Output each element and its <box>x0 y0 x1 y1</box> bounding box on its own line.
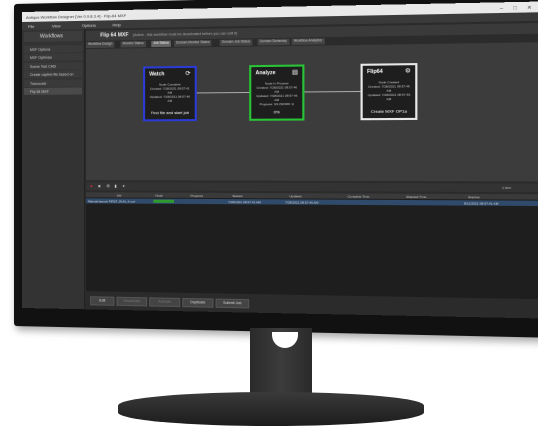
connector-line <box>194 91 250 94</box>
node-updated: Updated: 7/28/2021 08:57:46 AM <box>256 93 298 103</box>
workflow-subtitle: (Active - this workflow must be deactiva… <box>132 31 238 38</box>
minimize-icon[interactable]: – <box>500 5 503 11</box>
tab-monitor-status[interactable]: Monitor Status <box>120 41 147 48</box>
col-started[interactable]: Started <box>232 194 242 198</box>
sidebar-item-label: Scene Test CMD <box>29 64 57 69</box>
deactivate-button[interactable]: Deactivate <box>116 296 148 307</box>
sidebar-item-label: MXF Options <box>29 47 51 52</box>
duplicate-button[interactable]: Duplicate <box>182 297 214 308</box>
sidebar: Workflows MXF Options MXF Optimize Scene… <box>22 28 86 310</box>
tab-domain-job-status[interactable]: Domain Job Status <box>219 39 254 47</box>
cell-expires: 8/11/2021 08:57:41 AM <box>464 201 499 206</box>
sidebar-item-create-captive[interactable]: Create captive file based on <box>23 70 83 78</box>
settings-icon[interactable]: ⚙ <box>106 183 110 188</box>
activate-button[interactable]: Activate <box>149 297 181 308</box>
edit-button[interactable]: Edit <box>90 296 115 306</box>
col-node[interactable]: Node <box>155 194 162 198</box>
refresh-icon: ⟳ <box>185 70 191 78</box>
tab-domain-summary[interactable]: Domain Summary <box>257 38 291 46</box>
node-title: Flip64 <box>367 68 383 76</box>
workflow-title: Flip 64 MXF <box>100 32 129 39</box>
node-title: Watch <box>149 71 165 78</box>
tab-workflow-design[interactable]: Workflow Design <box>86 41 116 49</box>
sidebar-item-label: MXF Optimize <box>29 55 53 60</box>
col-complete[interactable]: Complete Time <box>347 194 369 198</box>
col-expires[interactable]: Expires <box>468 195 479 199</box>
menu-options[interactable]: Options <box>82 23 96 28</box>
analyze-icon: ▤ <box>291 69 299 77</box>
window-title: Antique Workflow Designer [Ver 0.9.8.3.4… <box>25 12 127 20</box>
node-footer: 0% <box>273 109 280 115</box>
doc-icon[interactable]: ▮ <box>114 183 116 188</box>
item-count: 1 item <box>502 185 512 190</box>
submit-job-button[interactable]: Submit Job <box>215 298 250 309</box>
tab-domain-monitor-status[interactable]: Domain Monitor Status <box>173 39 213 47</box>
sidebar-item-flip64[interactable]: Flip 64 MXF <box>23 87 83 95</box>
sidebar-item-transcode[interactable]: Transcode <box>23 79 83 87</box>
col-elapsed[interactable]: Elapsed Time <box>406 195 426 199</box>
workflow-canvas: Watch ⟳ Node Complete Created: 7/28/2021… <box>86 42 538 182</box>
sidebar-header-label: Workflows <box>39 33 63 40</box>
node-details: Node Complete Created: 7/28/2021 08:57:4… <box>148 82 191 103</box>
cell-node <box>153 199 174 203</box>
sidebar-item-label: Flip 64 MXF <box>29 89 49 94</box>
sidebar-item-scene-test[interactable]: Scene Test CMD <box>23 62 83 70</box>
node-details: Node In Process Created: 7/28/2021 08:57… <box>254 81 299 106</box>
node-footer: Create MXF OP1a <box>370 108 407 114</box>
sidebar-item-mxf-optimize[interactable]: MXF Optimize <box>23 53 83 61</box>
sidebar-item-mxf-options[interactable]: MXF Options <box>23 45 83 53</box>
monitor-base <box>118 392 424 426</box>
connector-line <box>302 90 361 93</box>
node-details: Node Created Created: 7/28/2021 08:57:46… <box>366 80 412 101</box>
tab-workflow-analytics[interactable]: Workflow Analytics <box>291 38 326 45</box>
node-title: Analyze <box>255 69 276 77</box>
close-icon[interactable]: ✕ <box>527 5 532 12</box>
job-toolbar: ● ■ ⚙ ▮ ▾ 1 item <box>86 182 538 193</box>
menu-help[interactable]: Help <box>112 22 120 27</box>
table-row[interactable]: Manual launch FIRST_RUN_4.mxf 7/28/2021 … <box>86 198 538 207</box>
stop-icon[interactable]: ● <box>90 183 92 188</box>
job-grid: Job Node Progress Started Updated Comple… <box>86 192 538 300</box>
sidebar-header: Workflows <box>23 30 83 42</box>
node-flip64[interactable]: Flip64 ⚙ Node Created Created: 7/28/2021… <box>360 63 418 121</box>
sidebar-item-label: Transcode <box>29 81 47 86</box>
tab-job-status[interactable]: Job Status <box>151 40 172 48</box>
node-updated: Updated: 7/28/2021 08:57:46 AM <box>149 94 190 103</box>
dropdown-icon[interactable]: ▾ <box>123 183 125 188</box>
node-footer: Find file and start job <box>150 109 190 116</box>
app-window: Antique Workflow Designer [Ver 0.9.8.3.4… <box>22 1 538 319</box>
node-progress: Progress: 3/4 (WORK 1) <box>259 101 295 107</box>
cell-started: 7/28/2021 08:57:41 AM <box>228 200 261 205</box>
menu-view[interactable]: View <box>52 23 61 28</box>
col-job[interactable]: Job <box>117 193 122 197</box>
pause-icon[interactable]: ■ <box>98 183 100 188</box>
col-updated[interactable]: Updated <box>289 194 301 198</box>
menu-file[interactable]: File <box>28 24 34 29</box>
maximize-icon[interactable]: □ <box>513 5 516 11</box>
node-analyze[interactable]: Analyze ▤ Node In Process Created: 7/28/… <box>249 64 305 121</box>
cell-job: Manual launch FIRST_RUN_4.mxf <box>88 199 136 204</box>
col-progress[interactable]: Progress <box>191 194 204 198</box>
sidebar-item-label: Create captive file based on <box>29 72 74 77</box>
node-updated: Updated: 7/28/2021 08:57:46 AM <box>367 92 411 102</box>
gear-icon: ⚙ <box>404 68 411 75</box>
node-watch[interactable]: Watch ⟳ Node Complete Created: 7/28/2021… <box>143 65 197 122</box>
cell-updated: 7/28/2021 08:57:46 AM <box>285 200 319 205</box>
